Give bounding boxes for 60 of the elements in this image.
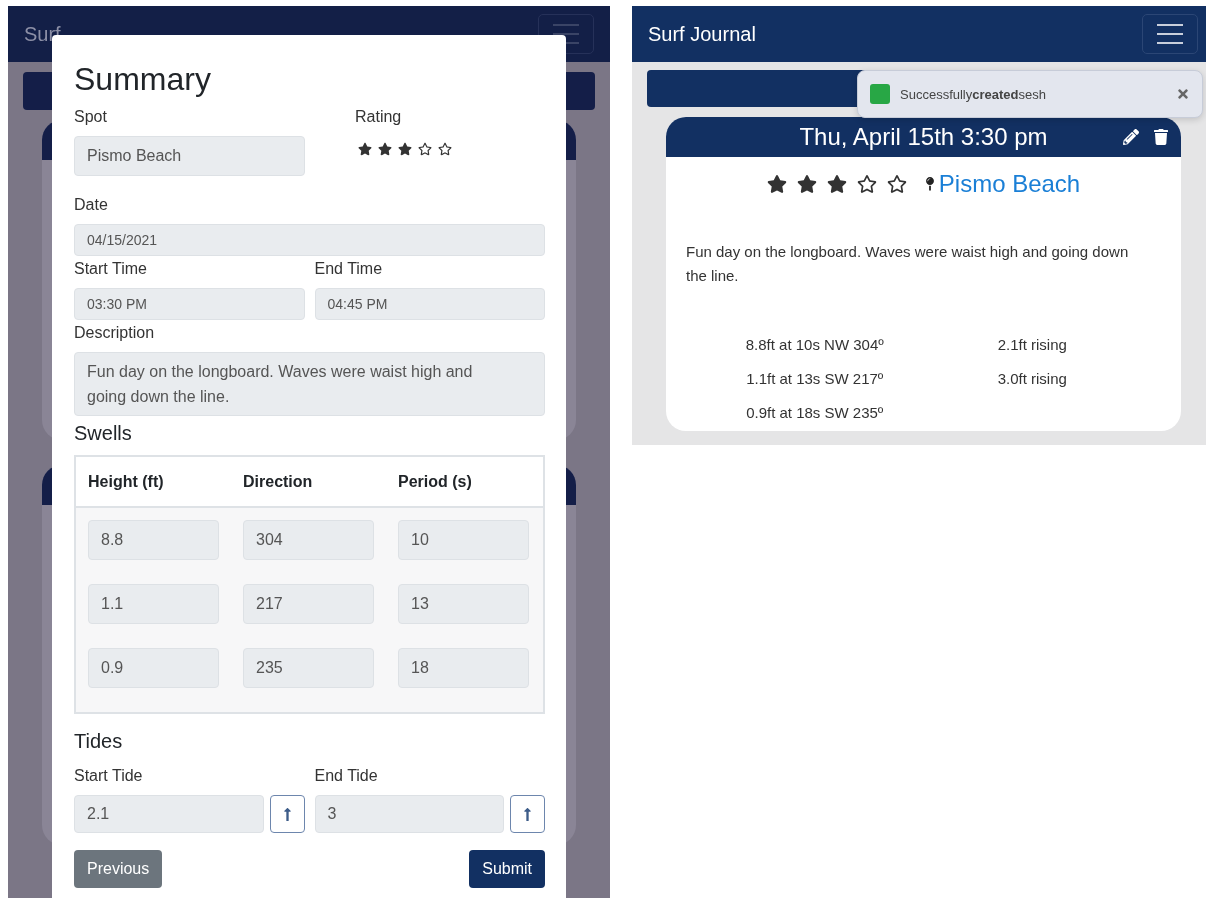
section-heading: Swells — [74, 422, 133, 445]
star-icon — [358, 142, 372, 156]
swell-field[interactable]: 13 — [398, 584, 529, 624]
swell-text: 0.9ft at 18s SW 235º — [746, 403, 884, 423]
menu-button[interactable] — [1142, 14, 1198, 54]
empty-star-icon — [418, 142, 432, 156]
up-arrow-button[interactable] — [269, 795, 305, 833]
edit-icon[interactable] — [1123, 129, 1139, 145]
close-button[interactable] — [1176, 87, 1190, 101]
section-heading: Tides — [74, 730, 124, 753]
spot-field[interactable]: Pismo Beach — [74, 136, 305, 176]
swell-field[interactable]: 18 — [398, 648, 529, 688]
swell-field[interactable]: 235 — [243, 648, 374, 688]
tide-field[interactable]: 3 — [314, 795, 504, 833]
swell-field[interactable]: 0.9 — [88, 648, 219, 688]
spot-link[interactable]: Pismo Beach — [922, 170, 1081, 198]
session-title: Thu, April 15th 3:30 pm — [799, 123, 1048, 151]
field-label: Start Tide — [74, 767, 144, 785]
swell-field[interactable]: 8.8 — [88, 520, 219, 560]
close-icon — [1176, 87, 1190, 101]
swell-text: 1.1ft at 13s SW 217º — [746, 369, 884, 389]
time-field[interactable]: 03:30 PM — [74, 288, 305, 320]
dialog-title: Summary — [74, 61, 212, 98]
tide-text: 2.1ft rising — [997, 335, 1067, 355]
swell-field[interactable]: 1.1 — [88, 584, 219, 624]
tide-field[interactable]: 2.1 — [74, 795, 264, 833]
up-arrow-button[interactable] — [510, 795, 545, 833]
trash-icon[interactable] — [1153, 129, 1169, 145]
field-label: Spot — [74, 108, 108, 126]
empty-star-icon — [438, 142, 452, 156]
empty-star-icon — [856, 174, 877, 194]
field-label: End Time — [314, 260, 384, 278]
field-label: Description — [74, 324, 156, 342]
swell-text: 8.8ft at 10s NW 304º — [745, 335, 884, 355]
field-label: Rating — [355, 108, 403, 126]
star-icon — [398, 142, 412, 156]
time-field[interactable]: 04:45 PM — [314, 288, 545, 320]
description-field[interactable]: Fun day on the longboard. Waves were waist high and going down the line. — [74, 352, 545, 416]
swell-field[interactable]: 10 — [398, 520, 529, 560]
toast-message: Successfullycreatedsesh — [900, 86, 1047, 102]
field-label: End Tide — [314, 767, 379, 785]
success-icon — [870, 84, 890, 104]
session-description: Fun day on the longboard. Waves were waist high and going down the line. — [686, 242, 1130, 286]
submit-button[interactable]: Submit — [469, 850, 545, 888]
star-icon — [378, 142, 392, 156]
swell-field[interactable]: 304 — [243, 520, 374, 560]
brand-title: Surf Journal — [648, 22, 756, 46]
tide-text: 3.0ft rising — [997, 369, 1067, 389]
field-label: Date — [74, 196, 109, 214]
column-header: Period (s) — [398, 472, 473, 491]
date-field[interactable]: 04/15/2021 — [74, 224, 545, 256]
swell-field[interactable]: 217 — [243, 584, 374, 624]
previous-button[interactable]: Previous — [74, 850, 163, 888]
empty-star-icon — [886, 174, 907, 194]
star-icon — [796, 174, 817, 194]
field-label: Start Time — [74, 260, 148, 278]
column-header: Height (ft) — [88, 472, 165, 491]
star-icon — [766, 174, 787, 194]
star-icon — [826, 174, 847, 194]
column-header: Direction — [243, 472, 314, 491]
